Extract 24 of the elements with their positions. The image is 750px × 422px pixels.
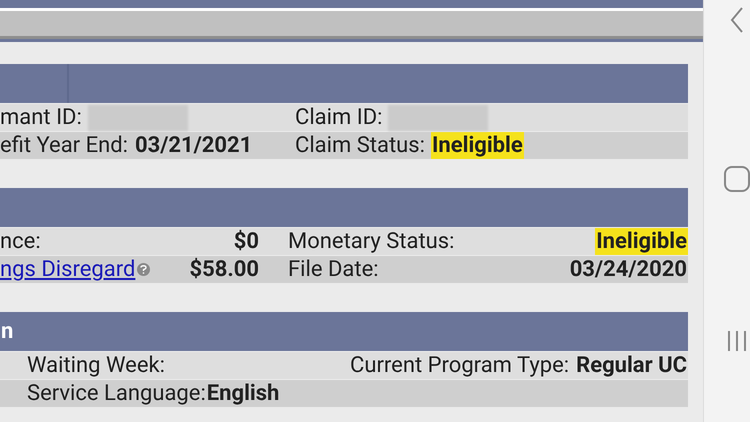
field-value: Ineligible (595, 228, 688, 255)
field-value: $0 (232, 228, 260, 255)
field-label: Current Program Type: (350, 352, 570, 379)
field-value: $58.00 (188, 256, 260, 283)
field-value: Regular UC (575, 352, 688, 379)
field-label: mant ID: (0, 104, 82, 131)
field-label: Waiting Week: (27, 352, 165, 379)
field-value: Ineligible (430, 132, 524, 159)
help-icon[interactable] (137, 263, 150, 276)
back-icon[interactable] (730, 6, 744, 34)
field-label: Claim Status: (295, 132, 425, 159)
section-title: n (0, 318, 14, 346)
field-value: 03/24/2020 (568, 256, 688, 283)
field-label: nce: (0, 228, 41, 255)
home-icon[interactable] (724, 166, 750, 192)
disregard-link[interactable]: ngs Disregard (0, 256, 136, 283)
field-label: Claim ID: (295, 104, 382, 131)
field-label: File Date: (288, 256, 379, 283)
field-value: 03/21/2021 (134, 132, 254, 159)
field-label: Service Language: (27, 380, 206, 407)
field-label: efit Year End: (0, 132, 128, 159)
recent-apps-icon[interactable] (727, 330, 747, 352)
field-label: Monetary Status: (288, 228, 454, 255)
field-value: English (206, 380, 280, 407)
